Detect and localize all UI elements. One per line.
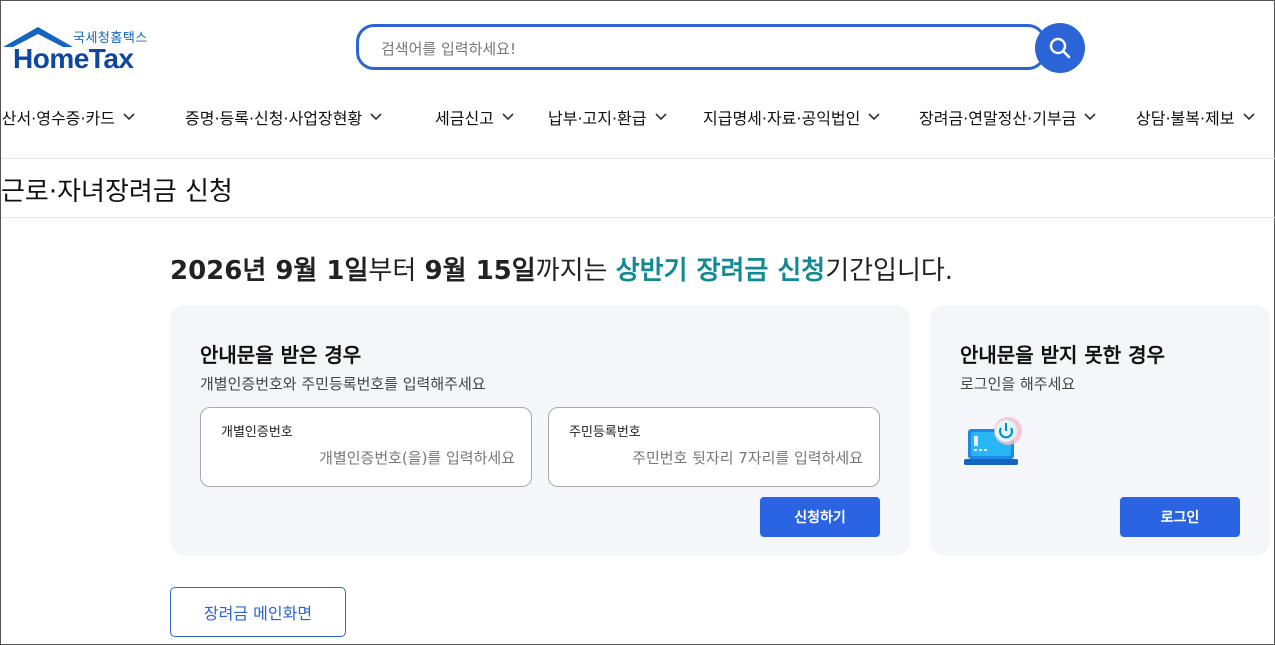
nav-item-label: 상담·불복·제보 [1136, 109, 1235, 128]
logo-english-text: HomeTax [13, 43, 134, 74]
resident-number-label: 주민등록번호 [569, 425, 641, 440]
nav-item-label: 지급명세·자료·공익법인 [703, 109, 861, 128]
nav-item-label: 계산서·영수증·카드 [0, 109, 115, 128]
incentive-main-button[interactable]: 장려금 메인화면 [170, 587, 346, 637]
chevron-down-icon [370, 113, 382, 121]
nav-item-label: 장려금·연말정산·기부금 [919, 109, 1077, 128]
card-title: 안내문을 받은 경우 [200, 343, 362, 367]
search-box[interactable] [356, 24, 1046, 70]
apply-button[interactable]: 신청하기 [760, 497, 880, 537]
period-tail: 기간입니다. [825, 256, 954, 286]
nav-divider [1, 158, 1275, 159]
chevron-down-icon [123, 113, 135, 121]
login-button[interactable]: 로그인 [1120, 497, 1240, 537]
nav-item-label: 납부·고지·환급 [548, 109, 647, 128]
laptop-power-icon [964, 417, 1022, 465]
page-title: 근로·자녀장려금 신청 [1, 177, 233, 207]
nav-item-payment-statement[interactable]: 지급명세·자료·공익법인 [703, 105, 880, 129]
period-end: 9월 15일 [424, 256, 536, 286]
search-button[interactable] [1035, 23, 1085, 73]
card-subtitle: 개별인증번호와 주민등록번호를 입력해주세요 [200, 375, 486, 393]
search-icon [1049, 37, 1071, 59]
chevron-down-icon [1242, 113, 1255, 121]
chevron-down-icon [868, 113, 880, 121]
search-input[interactable] [379, 37, 1023, 61]
auth-number-label: 개별인증번호 [221, 425, 293, 440]
notice-received-card: 안내문을 받은 경우 개별인증번호와 주민등록번호를 입력해주세요 개별인증번호… [170, 305, 910, 556]
nav-item-label: 세금신고 [435, 109, 494, 128]
chevron-down-icon [502, 113, 514, 121]
main-nav: 계산서·영수증·카드 증명·등록·신청·사업장현황 세금신고 납부·고지·환급 … [0, 93, 1275, 141]
card-subtitle: 로그인을 해주세요 [960, 375, 1076, 393]
auth-number-input[interactable] [223, 448, 517, 468]
resident-number-field[interactable]: 주민등록번호 [548, 407, 880, 487]
period-notice: 2026년 9월 1일부터 9월 15일까지는 상반기 장려금 신청기간입니다. [170, 250, 953, 287]
period-from: 부터 [368, 256, 425, 286]
nav-item-tax-return[interactable]: 세금신고 [435, 105, 514, 129]
period-highlight: 상반기 장려금 신청 [615, 256, 826, 286]
chevron-down-icon [1084, 113, 1096, 121]
hometax-logo[interactable]: 국세청홈택스 HomeTax [1, 25, 161, 75]
nav-item-consultation[interactable]: 상담·불복·제보 [1136, 105, 1255, 129]
chevron-down-icon [654, 113, 667, 121]
nav-item-certificate[interactable]: 증명·등록·신청·사업장현황 [185, 105, 382, 129]
auth-number-field[interactable]: 개별인증번호 [200, 407, 532, 487]
nav-item-incentive[interactable]: 장려금·연말정산·기부금 [919, 105, 1096, 129]
notice-not-received-card: 안내문을 받지 못한 경우 로그인을 해주세요 로그인 [930, 305, 1270, 556]
nav-item-payment[interactable]: 납부·고지·환급 [548, 105, 667, 129]
nav-item-invoice[interactable]: 계산서·영수증·카드 [0, 105, 135, 129]
period-until: 까지는 [535, 256, 616, 286]
title-divider [1, 217, 1275, 218]
resident-number-input[interactable] [571, 448, 865, 468]
card-title: 안내문을 받지 못한 경우 [960, 343, 1165, 367]
period-start: 2026년 9월 1일 [170, 256, 369, 286]
nav-item-label: 증명·등록·신청·사업장현황 [185, 109, 363, 128]
